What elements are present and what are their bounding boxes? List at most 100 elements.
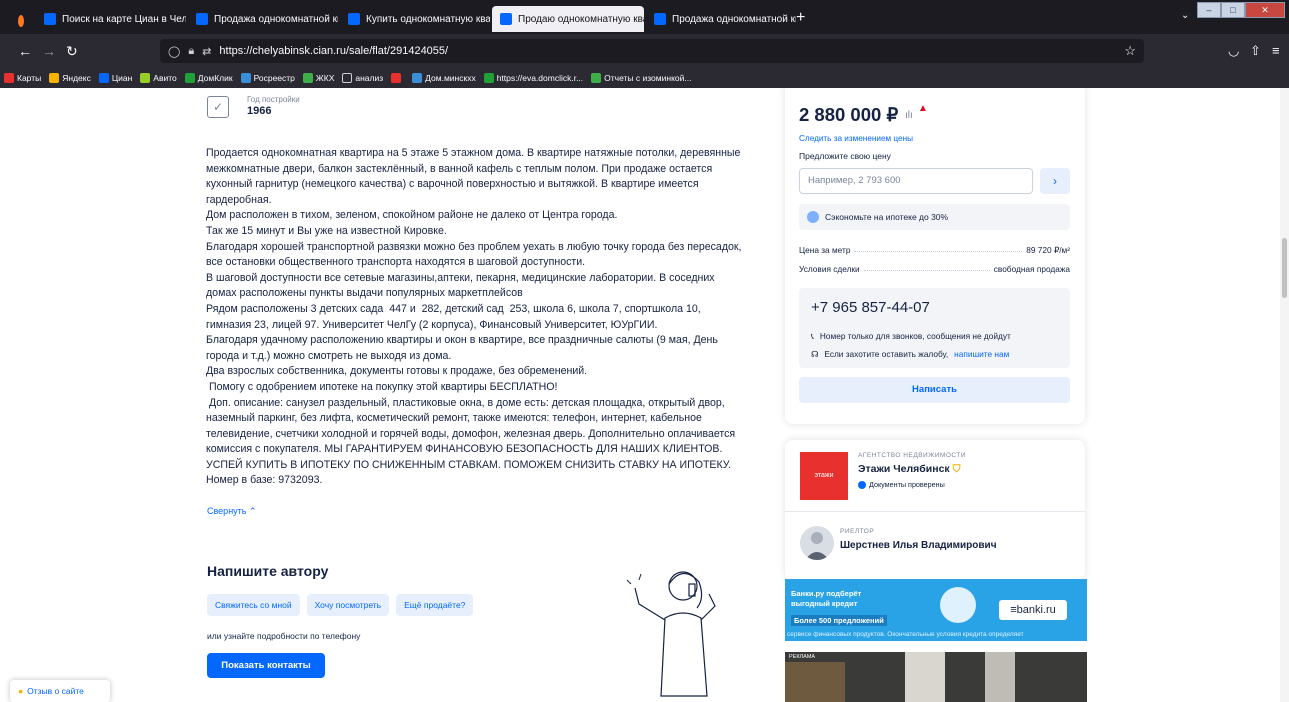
bookmark-yandex[interactable]: Яндекс (49, 73, 91, 83)
calendar-icon: ✓ (207, 96, 229, 118)
price-chart-icon[interactable]: ılı (905, 110, 913, 121)
chip-want-to-see[interactable]: Хочу посмотреть (306, 594, 390, 616)
bookmark-dom-minskhh[interactable]: Дом.минскхх (412, 73, 476, 83)
realtor-avatar[interactable] (800, 526, 834, 560)
write-author-title: Напишите автору (207, 563, 329, 579)
description-paragraph: В шаговой доступности все сетевые магази… (206, 271, 718, 300)
description-paragraph: Благодаря хорошей транспортной развязки … (206, 240, 745, 269)
check-badge-icon (858, 480, 866, 489)
dom-icon (412, 73, 423, 83)
complaint-link[interactable]: напишите нам (954, 349, 1009, 359)
cian-favicon-icon (500, 13, 512, 25)
complaint-note: ☊ Если захотите оставить жалобу, напишите … (811, 349, 1010, 359)
bookmarks-bar: Карты Яндекс Циан Авито ДомКлик Росреест… (0, 68, 1289, 88)
banki-ad[interactable]: Банки.ру подберёт выгодный кредит Более 5… (785, 579, 1087, 641)
tab-3[interactable]: Купить однокомнатную кварт✕ (340, 6, 490, 32)
chevron-right-icon: › (1053, 174, 1057, 188)
maps-icon (4, 73, 14, 83)
pocket-icon[interactable]: ◡ (1228, 43, 1239, 59)
description-paragraph: Доп. описание: санузел раздельный, пласт… (206, 396, 739, 487)
back-icon[interactable]: ← (18, 43, 32, 59)
new-tab-button[interactable]: + (796, 9, 805, 27)
tab-4-active[interactable]: Продаю однокомнатную квар✕ (492, 6, 644, 32)
bookmark-eva-domclick[interactable]: https://eva.domclick.r... (483, 73, 583, 83)
agency-type: АГЕНТСТВО НЕДВИЖИМОСТИ (858, 452, 966, 459)
extensions-icon[interactable]: ⇧ (1250, 43, 1261, 59)
list-tabs-icon[interactable]: ⌄ (1181, 10, 1189, 21)
price-up-arrow-icon: ▲ (918, 103, 928, 114)
collapse-link[interactable]: Свернуть ⌃ (207, 506, 257, 517)
browser-nav-bar: ← → ↻ ◯ 🔒︎ ⇄ https://chelyabinsk.cian.ru… (0, 34, 1289, 68)
description-paragraph: Рядом расположены 3 детских сада 447 и 2… (206, 302, 704, 331)
lock-icon[interactable]: 🔒︎ (188, 45, 194, 58)
minimize-icon[interactable]: – (1197, 2, 1221, 18)
ad-headline: Банки.ру подберёт выгодный кредит (791, 589, 862, 608)
forward-icon[interactable]: → (42, 43, 56, 59)
domclick-icon (184, 73, 195, 83)
description-paragraph: Дом расположен в тихом, зеленом, спокойн… (206, 209, 618, 222)
close-window-icon[interactable]: ✕ (1245, 2, 1285, 18)
menu-icon[interactable]: ≡ (1272, 43, 1280, 58)
firefox-menu-icon[interactable] (10, 8, 32, 34)
bookmark-avito[interactable]: Авито (140, 73, 177, 83)
chevron-up-icon: ⌃ (249, 506, 257, 516)
message-chips: Свяжитесь со мной Хочу посмотреть Ещё пр… (207, 594, 474, 616)
offer-price-input[interactable]: Например, 2 793 600 (799, 168, 1033, 194)
banki-logo: ≡banki.ru (999, 600, 1067, 620)
rosreestr-icon (240, 73, 251, 83)
avito-icon (140, 73, 151, 83)
realtor-name[interactable]: Шерстнев Илья Владимирович (840, 540, 997, 551)
show-contacts-button[interactable]: Показать контакты (207, 653, 325, 678)
tab-1[interactable]: Поиск на карте Циан в Челяб✕ (36, 6, 186, 32)
cian-favicon-icon (44, 13, 56, 25)
chip-contact-me[interactable]: Свяжитесь со мной (207, 594, 300, 616)
maximize-icon[interactable]: □ (1221, 2, 1245, 18)
calls-only-note: 📞︎ Номер только для звонков, сообщения не… (811, 331, 1011, 341)
agency-name[interactable]: Этажи Челябинск ⛉ (858, 463, 960, 476)
tab-5[interactable]: Продажа однокомнатной ква✕ (646, 6, 796, 32)
bookmark-cian[interactable]: Циан (98, 73, 132, 83)
description-paragraph: Благодаря удачному расположению квартиры… (206, 334, 721, 362)
write-button[interactable]: Написать (799, 377, 1070, 403)
bookmark-karty[interactable]: Карты (4, 73, 41, 83)
description-paragraph: Продается однокомнатная квартира на 5 эт… (206, 147, 744, 206)
realtor-type: РИЕЛТОР (840, 528, 875, 535)
divider (785, 511, 1085, 512)
price-per-meter-row: Цена за метр 89 720 ₽/м² (799, 245, 1070, 255)
ad-label: РЕКЛАМА (789, 654, 816, 660)
bookmark-domclick[interactable]: ДомКлик (184, 73, 233, 83)
cian-favicon-icon (196, 13, 208, 25)
phone-box: +7 965 857-44-07 📞︎ Номер только для звон… (799, 288, 1070, 368)
description-paragraph: Так же 15 минут и Вы уже на известной Ки… (206, 224, 447, 237)
page-scrollbar[interactable] (1280, 88, 1289, 702)
tab-2[interactable]: Продажа однокомнатной ква✕ (188, 6, 338, 32)
shield-icon[interactable]: ◯ (168, 45, 180, 58)
url-bar[interactable]: ◯ 🔒︎ ⇄ https://chelyabinsk.cian.ru/sale/… (160, 39, 1144, 63)
girl-phone-illustration-icon (626, 571, 716, 697)
bookmark-red[interactable] (391, 73, 404, 83)
interior-ad[interactable]: РЕКЛАМА (785, 652, 1087, 702)
bookmark-analiz[interactable]: анализ (342, 73, 383, 83)
offer-label: Предложите свою цену (799, 151, 891, 161)
reload-icon[interactable]: ↻ (66, 43, 78, 60)
chip-still-selling[interactable]: Ещё продаёте? (396, 594, 474, 616)
year-value: 1966 (247, 105, 272, 117)
price-card: 2 880 000 ₽ ılı ▲ Следить за изменением … (785, 88, 1085, 424)
feedback-button[interactable]: ● Отзыв о сайте (10, 680, 110, 702)
page-content: ✓ Год постройки 1966 Продается однокомна… (0, 88, 1289, 702)
verified-docs: Документы проверены (858, 480, 945, 489)
mortgage-banner[interactable]: Сэкономьте на ипотеке до 30% (799, 204, 1070, 230)
phone-info-text: или узнайте подробности по телефону (207, 631, 361, 641)
yandex-icon (49, 73, 60, 83)
bookmark-otchety[interactable]: Отчеты с изоминкой... (591, 73, 691, 83)
bookmark-zhkh[interactable]: ЖКХ (302, 73, 334, 83)
offer-submit-button[interactable]: › (1040, 168, 1070, 194)
url-text[interactable]: https://chelyabinsk.cian.ru/sale/flat/29… (219, 45, 448, 57)
phone-number[interactable]: +7 965 857-44-07 (811, 299, 930, 316)
bookmark-rosreestr[interactable]: Росреестр (240, 73, 295, 83)
follow-price-link[interactable]: Следить за изменением цены (799, 134, 913, 143)
bookmark-star-icon[interactable]: ☆ (1124, 43, 1136, 59)
ad-footer: сервисе финансовых продуктов. Окончатель… (787, 631, 1024, 638)
agency-logo[interactable]: этажи (800, 452, 848, 500)
permissions-icon[interactable]: ⇄ (202, 45, 211, 58)
